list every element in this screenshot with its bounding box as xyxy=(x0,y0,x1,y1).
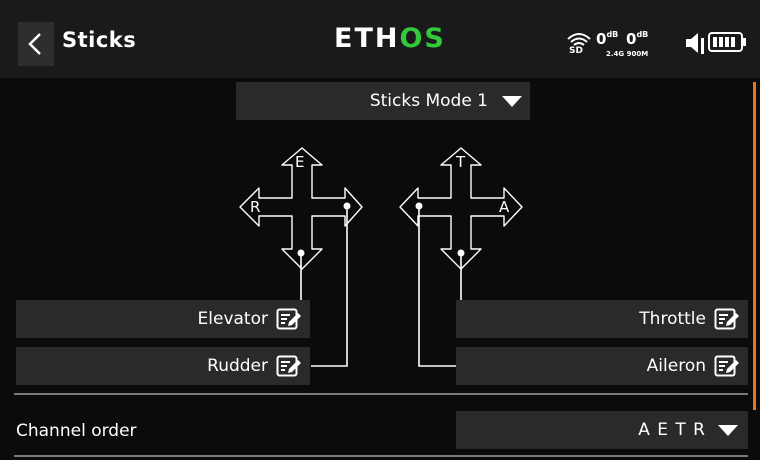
right-stick-label-right: A xyxy=(499,198,510,216)
connector-lines xyxy=(300,206,462,367)
aileron-field[interactable]: Aileron xyxy=(456,347,748,385)
left-stick-label-left: R xyxy=(250,198,261,216)
channel-order-value: A E T R xyxy=(638,420,706,440)
stick-diagram xyxy=(239,147,523,367)
elevator-label: Elevator xyxy=(197,309,268,329)
rudder-field[interactable]: Rudder xyxy=(16,347,310,385)
elevator-field[interactable]: Elevator xyxy=(16,300,310,338)
aileron-label: Aileron xyxy=(646,356,706,376)
throttle-field[interactable]: Throttle xyxy=(456,300,748,338)
edit-icon[interactable] xyxy=(276,308,302,330)
edit-icon[interactable] xyxy=(714,355,740,377)
throttle-label: Throttle xyxy=(639,309,706,329)
divider xyxy=(14,393,748,395)
rudder-label: Rudder xyxy=(207,356,268,376)
connector-dots xyxy=(297,202,465,257)
edit-icon[interactable] xyxy=(714,308,740,330)
channel-order-label: Channel order xyxy=(16,421,137,441)
channel-order-dropdown[interactable]: A E T R xyxy=(456,411,748,449)
edit-icon[interactable] xyxy=(276,355,302,377)
divider xyxy=(14,455,748,457)
caret-down-icon xyxy=(718,425,738,436)
right-stick-label-top: T xyxy=(456,153,466,171)
left-stick-label-top: E xyxy=(295,153,305,171)
